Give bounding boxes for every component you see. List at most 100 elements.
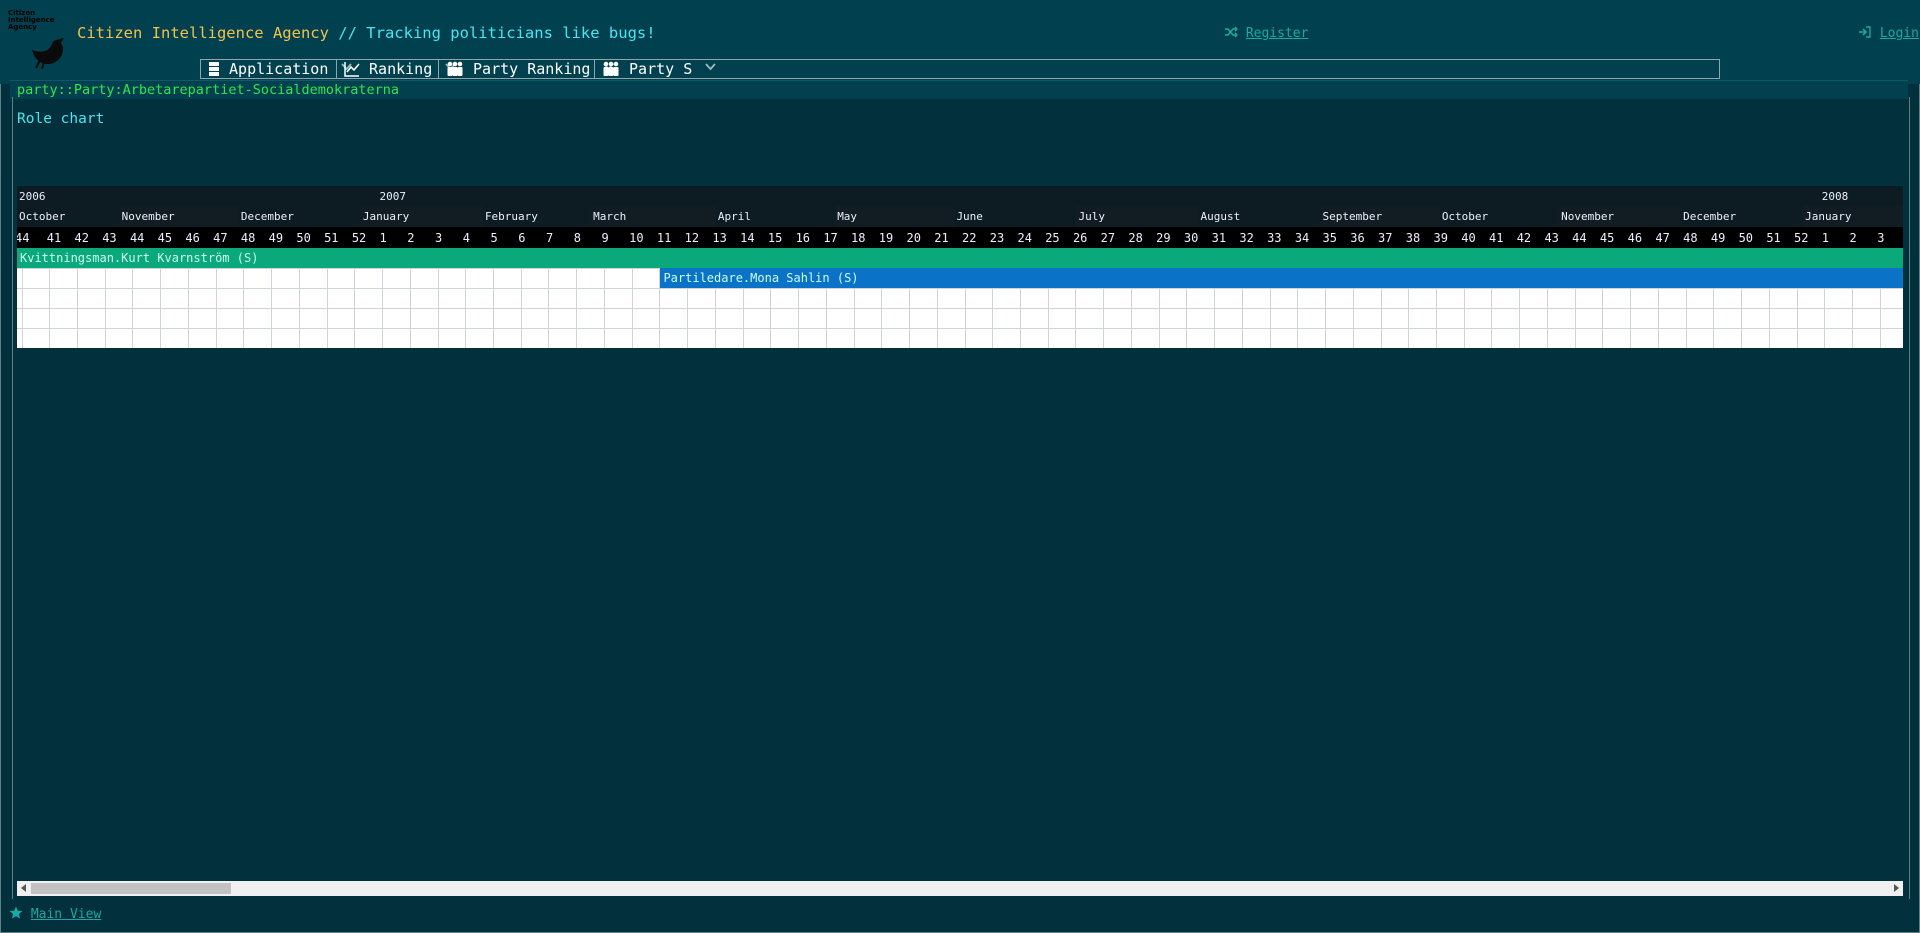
- gantt-week-label: 44: [17, 231, 30, 245]
- gantt-month-label: April: [717, 210, 752, 223]
- scroll-thumb[interactable]: [31, 883, 231, 894]
- menu-party-ranking[interactable]: Party Ranking: [446, 60, 615, 78]
- gantt-year-label: 2008: [1821, 190, 1849, 203]
- gantt-week-label: 39: [1433, 231, 1448, 245]
- gantt-week-label: 3: [435, 231, 443, 245]
- gantt-week-label: 50: [1738, 231, 1754, 245]
- bird-logo-icon: [32, 38, 64, 70]
- gantt-year-label: 2007: [379, 190, 407, 203]
- shuffle-icon: [1225, 26, 1238, 38]
- site-title-tagline: // Tracking politicians like bugs!: [328, 24, 656, 42]
- gantt-month-label: March: [593, 210, 627, 223]
- menu-party-s[interactable]: Party S: [602, 60, 716, 78]
- gantt-week-label: 42: [1516, 231, 1532, 245]
- gantt-month-label: January: [1805, 210, 1852, 223]
- gantt-week-label: 2: [1849, 231, 1857, 245]
- gantt-week-label: 3: [1877, 231, 1885, 245]
- gantt-week-label: 15: [767, 231, 783, 245]
- gantt-week-label: 12: [684, 231, 700, 245]
- gantt-week-label: 51: [1766, 231, 1781, 245]
- gantt-week-label: 14: [740, 231, 755, 245]
- gantt-month-label: January: [362, 210, 410, 223]
- gantt-grid-hline: [17, 328, 1903, 329]
- gantt-month-label: October: [19, 210, 66, 223]
- gantt-week-label: 7: [545, 231, 554, 245]
- gantt-week-label: 4: [462, 231, 470, 245]
- gantt-month-label: August: [1200, 210, 1241, 223]
- menu-ranking[interactable]: Ranking: [344, 60, 456, 78]
- main-menu-bar: Application Ranking Party Ranking Party …: [200, 59, 1720, 79]
- gantt-week-label: 22: [962, 231, 977, 245]
- gantt-week-label: 25: [1045, 231, 1060, 245]
- gantt-week-label: 46: [1627, 231, 1643, 245]
- chevron-down-icon: [705, 63, 716, 71]
- menu-application-label: Application: [229, 60, 329, 78]
- gantt-week-label: 47: [213, 231, 228, 245]
- gantt-week-label: 45: [157, 231, 173, 245]
- gantt-week-label: 1: [1821, 231, 1830, 245]
- gantt-week-label: 44: [1572, 231, 1587, 245]
- gantt-week-label: 9: [601, 231, 609, 245]
- gantt-week-label: 1: [379, 231, 387, 245]
- gantt-week-label: 49: [268, 231, 284, 245]
- gantt-grid-hline: [17, 288, 1903, 289]
- scroll-left-arrow-icon[interactable]: [21, 884, 26, 892]
- gantt-week-label: 50: [296, 231, 311, 245]
- gantt-week-label: 36: [1350, 231, 1365, 245]
- gantt-week-label: 43: [1544, 231, 1559, 245]
- menu-separator: [594, 60, 595, 78]
- page-title: Role chart: [17, 111, 105, 127]
- login-link[interactable]: Login: [1858, 26, 1919, 41]
- gantt-week-label: 16: [795, 231, 811, 245]
- register-label[interactable]: Register: [1246, 26, 1309, 41]
- gantt-week-label: 45: [1599, 231, 1615, 245]
- gantt-week-label: 41: [1488, 231, 1504, 245]
- register-link[interactable]: Register: [1224, 26, 1308, 41]
- gantt-week-label: 8: [573, 231, 581, 245]
- gantt-week-label: 27: [1100, 231, 1116, 245]
- gantt-week-label: 5: [490, 231, 498, 245]
- gantt-role-bar[interactable]: Partiledare.Mona Sahlin (S): [660, 268, 1903, 288]
- gantt-week-label: 32: [1239, 231, 1254, 245]
- line-chart-icon: [344, 62, 360, 77]
- menu-party-ranking-label: Party Ranking: [473, 60, 591, 78]
- main-view-label[interactable]: Main View: [31, 907, 101, 922]
- gantt-month-label: June: [956, 210, 983, 223]
- gantt-week-label: 23: [989, 231, 1005, 245]
- gantt-year-label: 2006: [19, 190, 46, 203]
- site-title: Citizen Intelligence Agency // Tracking …: [77, 24, 656, 42]
- gantt-week-label: 11: [656, 231, 672, 245]
- gantt-week-label: 47: [1655, 231, 1670, 245]
- gantt-week-label: 40: [1461, 231, 1476, 245]
- gantt-week-label: 38: [1405, 231, 1421, 245]
- gantt-week-label: 19: [878, 231, 894, 245]
- gantt-month-label: December: [240, 210, 294, 223]
- gantt-week-label: 52: [351, 231, 367, 245]
- gantt-week-label: 13: [712, 231, 727, 245]
- gantt-week-label: 26: [1072, 231, 1088, 245]
- gantt-week-label: 44: [129, 231, 145, 245]
- gantt-week-label: 46: [185, 231, 200, 245]
- scroll-right-arrow-icon[interactable]: [1894, 884, 1899, 892]
- gantt-role-bar[interactable]: Kvittningsman.Kurt Kvarnström (S): [17, 248, 1903, 268]
- gantt-week-label: 33: [1267, 231, 1282, 245]
- gantt-week-label: 37: [1378, 231, 1393, 245]
- gantt-month-label: December: [1683, 210, 1737, 223]
- menu-ranking-label: Ranking: [369, 60, 433, 78]
- gantt-month-label: February: [484, 210, 538, 223]
- login-label[interactable]: Login: [1880, 26, 1919, 41]
- menu-separator: [336, 60, 337, 78]
- main-view-link[interactable]: Main View: [9, 906, 101, 922]
- gantt-week-label: 31: [1211, 231, 1227, 245]
- menu-application[interactable]: Application: [208, 60, 353, 78]
- server-icon: [209, 62, 219, 76]
- star-icon: [9, 906, 23, 919]
- agency-logo[interactable]: Citizen Intelligence Agency: [8, 10, 72, 72]
- horizontal-scrollbar[interactable]: [17, 881, 1903, 896]
- gantt-week-label: 18: [851, 231, 866, 245]
- gantt-month-label: November: [1561, 210, 1615, 223]
- gantt-week-label: 51: [324, 231, 339, 245]
- gantt-month-label: October: [1441, 210, 1489, 223]
- gantt-month-label: September: [1322, 210, 1383, 223]
- gantt-week-label: 35: [1322, 231, 1337, 245]
